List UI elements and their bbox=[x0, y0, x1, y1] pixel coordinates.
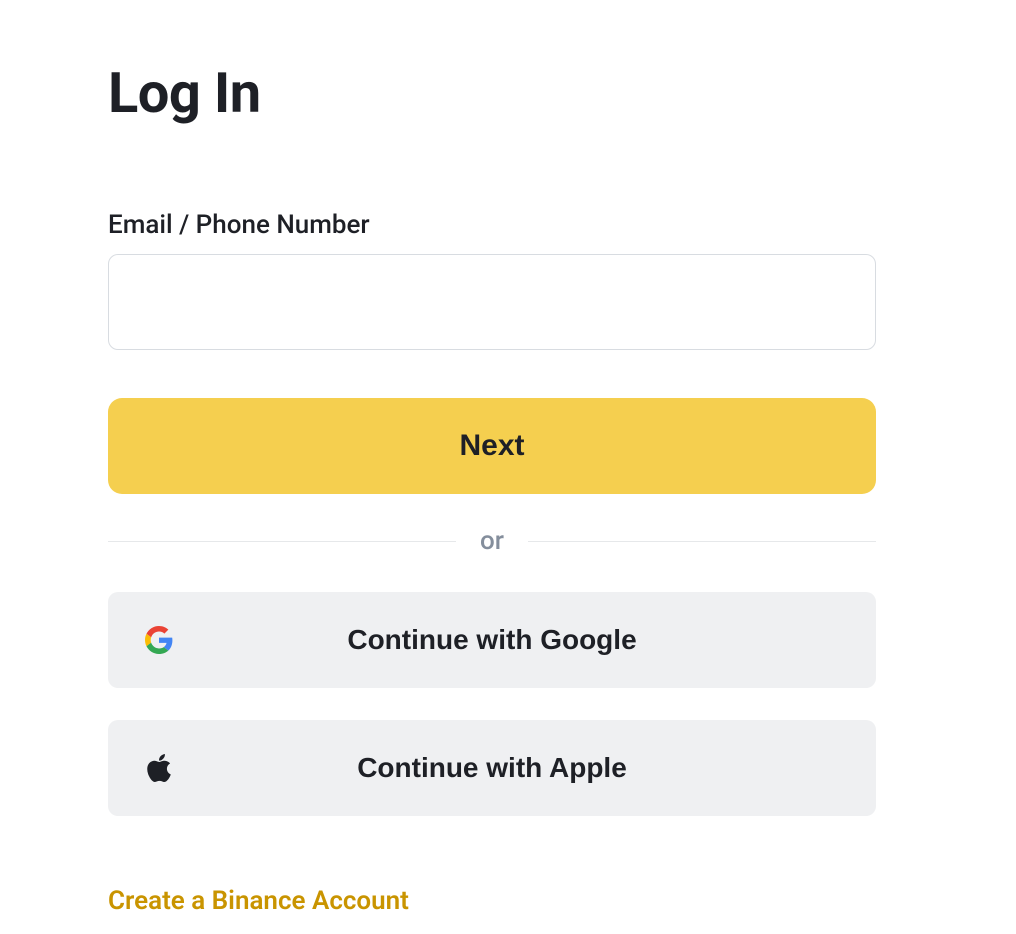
email-field-label: Email / Phone Number bbox=[108, 210, 876, 240]
login-form-container: Log In Email / Phone Number Next or Cont… bbox=[108, 60, 876, 916]
next-button[interactable]: Next bbox=[108, 398, 876, 494]
divider-line-right bbox=[528, 541, 876, 542]
google-icon bbox=[144, 625, 174, 655]
create-account-link[interactable]: Create a Binance Account bbox=[108, 886, 409, 916]
divider-line-left bbox=[108, 541, 456, 542]
divider-text: or bbox=[480, 526, 504, 556]
apple-icon bbox=[144, 753, 174, 783]
page-title: Log In bbox=[108, 60, 876, 126]
continue-with-google-button[interactable]: Continue with Google bbox=[108, 592, 876, 688]
email-phone-input[interactable] bbox=[108, 254, 876, 350]
google-button-label: Continue with Google bbox=[347, 624, 636, 656]
divider: or bbox=[108, 526, 876, 556]
apple-button-label: Continue with Apple bbox=[357, 752, 627, 784]
continue-with-apple-button[interactable]: Continue with Apple bbox=[108, 720, 876, 816]
